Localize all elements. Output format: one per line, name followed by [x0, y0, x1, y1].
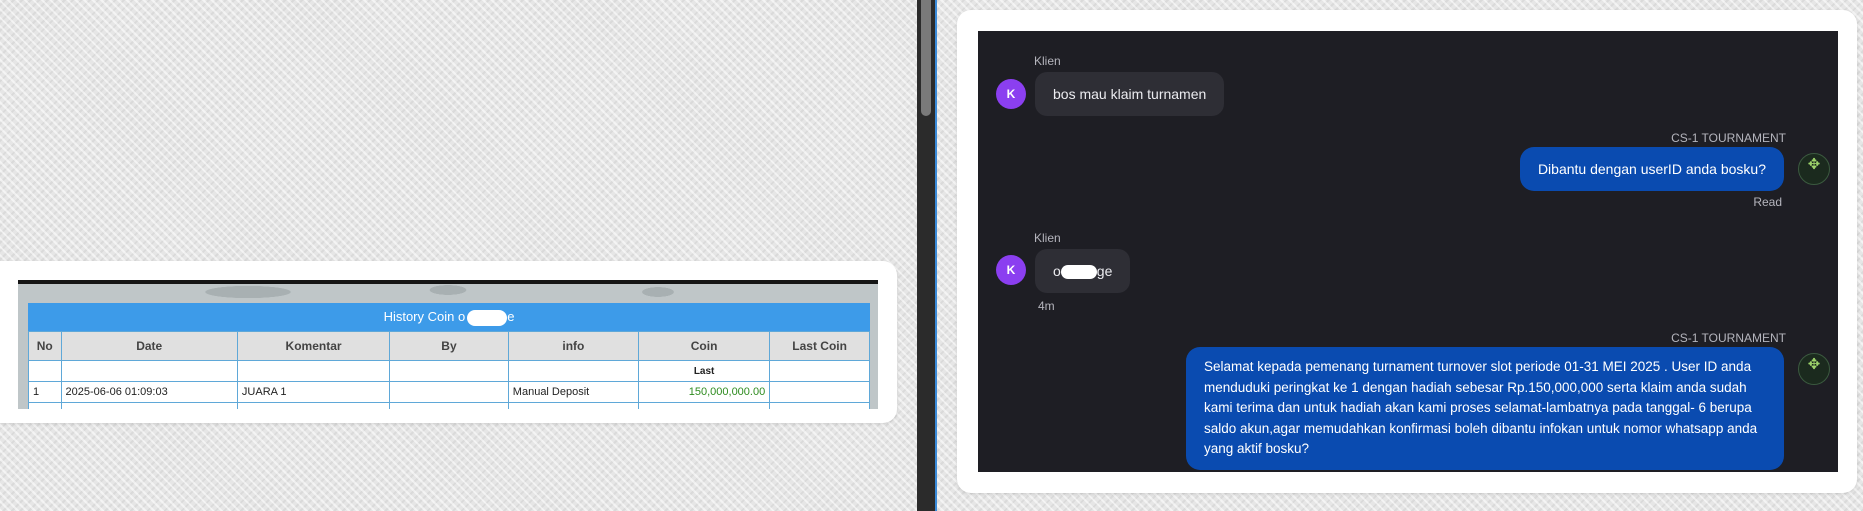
subheader-last: Last [637, 360, 771, 382]
sender-name: CS-1 TOURNAMENT [1671, 131, 1786, 145]
history-coin-table: History Coin oe No Date Komentar By info… [28, 303, 870, 409]
sender-name: CS-1 TOURNAMENT [1671, 331, 1786, 345]
sender-name: Klien [1034, 54, 1061, 68]
history-table-title: History Coin oe [28, 303, 870, 331]
message-incoming: Klien K bos mau klaim turnamen [978, 31, 1838, 121]
redacted-username [467, 309, 508, 326]
table-row[interactable]: 1 2025-06-06 01:09:03 JUARA 1 Manual Dep… [28, 381, 870, 403]
table-header-row: No Date Komentar By info Coin Last Coin [28, 331, 870, 361]
message-outgoing: CS-1 TOURNAMENT Dibantu dengan userID an… [978, 131, 1838, 221]
column-header-info[interactable]: info [507, 331, 639, 361]
column-header-by[interactable]: By [389, 331, 509, 361]
logo-glyph: ✥ [1807, 156, 1821, 173]
chat-card: Klien K bos mau klaim turnamen CS-1 TOUR… [957, 10, 1857, 493]
message-bubble: Selamat kepada pemenang turnament turnov… [1186, 347, 1784, 470]
history-card: History Coin oe No Date Komentar By info… [0, 261, 897, 423]
column-header-coin[interactable]: Coin [637, 331, 771, 361]
column-header-no[interactable]: No [28, 331, 62, 361]
cell-komentar: JUARA 1 [236, 381, 391, 403]
message-bubble: Dibantu dengan userID anda bosku? [1519, 147, 1784, 191]
sender-name: Klien [1034, 231, 1061, 245]
cell-no: 1 [28, 381, 62, 403]
tournament-logo-icon: ✥ [1798, 153, 1830, 185]
column-header-date[interactable]: Date [60, 331, 238, 361]
cell-coin: 150,000,000.00 [637, 381, 771, 403]
cell-last-coin [769, 381, 870, 403]
read-status: Read [1753, 195, 1782, 209]
avatar: K [996, 255, 1026, 285]
history-table-frame: History Coin oe No Date Komentar By info… [18, 280, 878, 409]
message-bubble: bos mau klaim turnamen [1035, 72, 1225, 116]
cell-info: Manual Deposit [507, 381, 639, 403]
divider-edge [935, 0, 937, 511]
tournament-logo-icon: ✥ [1798, 353, 1830, 385]
table-subheader-row: Last [28, 360, 870, 382]
scrollbar-thumb[interactable] [921, 0, 931, 116]
message-bubble: o ge [1035, 249, 1131, 293]
avatar: K [996, 79, 1026, 109]
logo-glyph: ✥ [1807, 356, 1821, 373]
table-row-clipped [28, 402, 870, 409]
cell-by [389, 381, 509, 403]
column-header-last-coin[interactable]: Last Coin [769, 331, 870, 361]
cell-date: 2025-06-06 01:09:03 [60, 381, 238, 403]
message-time: 4m [1038, 299, 1055, 313]
column-header-komentar[interactable]: Komentar [236, 331, 391, 361]
message-outgoing: CS-1 TOURNAMENT Selamat kepada pemenang … [978, 331, 1838, 472]
message-incoming: Klien K o ge 4m [978, 231, 1838, 321]
redacted-userid [1060, 265, 1097, 280]
chat-window[interactable]: Klien K bos mau klaim turnamen CS-1 TOUR… [978, 31, 1838, 472]
